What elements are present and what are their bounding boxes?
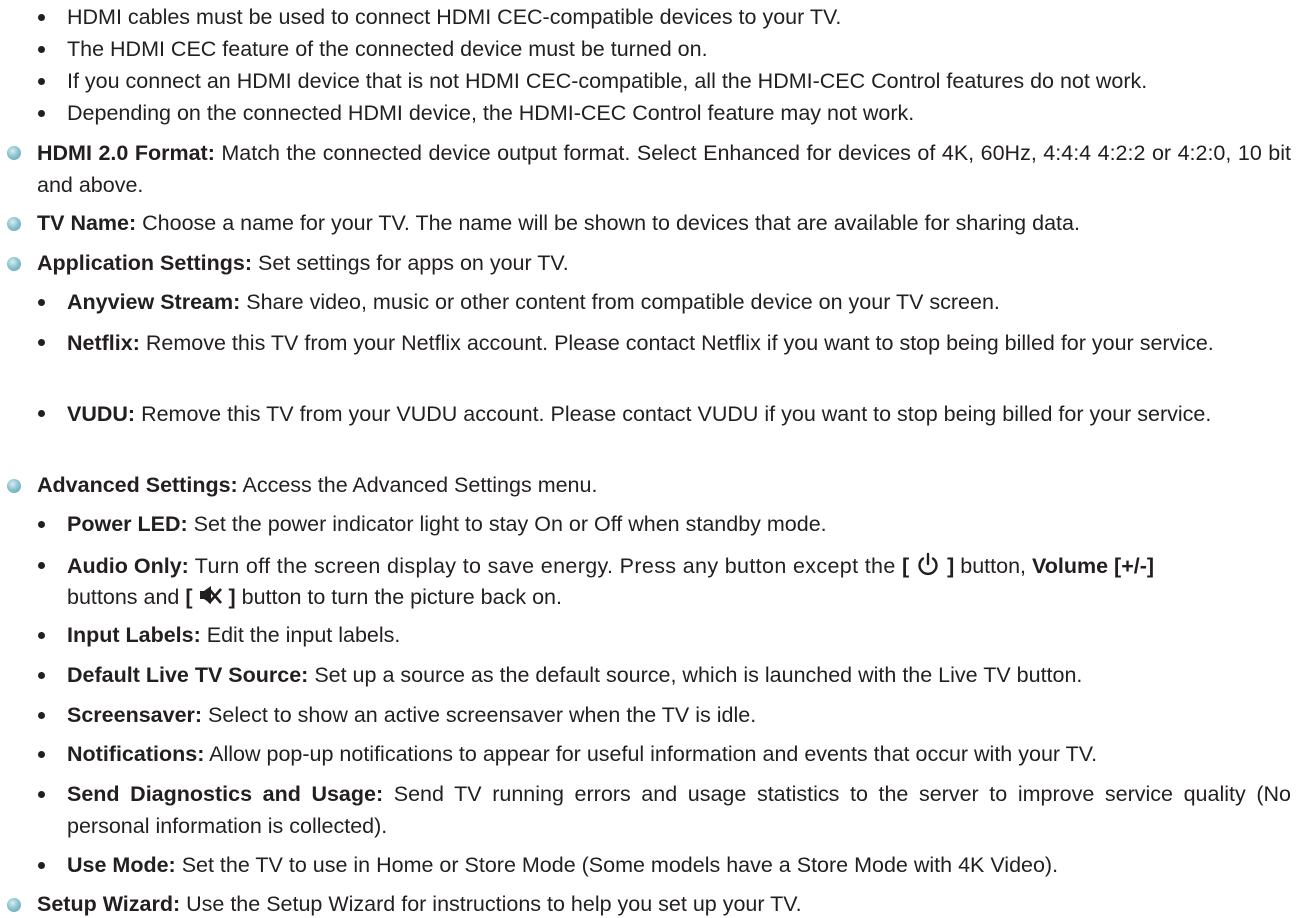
power-led-desc: Set the power indicator light to stay On… <box>187 512 827 536</box>
bullet-dot <box>38 712 45 719</box>
audio-only-desc-d: button to turn the picture back on. <box>235 585 562 609</box>
bracket-open: [ <box>901 554 910 579</box>
advanced-desc: Access the Advanced Settings menu. <box>237 473 598 497</box>
input-labels-term: Input Labels: <box>67 623 201 647</box>
bracket-open: [ <box>185 585 193 609</box>
power-led-term: Power LED: <box>67 512 188 536</box>
netflix-desc: Remove this TV from your Netflix account… <box>139 331 1214 355</box>
notifications-entry: Notifications: Allow pop-up notification… <box>67 740 1097 768</box>
cec-note-1: HDMI cables must be used to connect HDMI… <box>67 5 842 29</box>
diagnostics-entry: Send Diagnostics and Usage: Send TV runn… <box>67 778 1291 842</box>
app-settings-entry: Application Settings: Set settings for a… <box>37 249 569 277</box>
advanced-term: Advanced Settings: <box>37 473 238 497</box>
vudu-term: VUDU: <box>67 402 136 426</box>
bullet-dot <box>38 299 45 306</box>
hdmi-format-desc: Match the connected device output format… <box>37 141 1291 197</box>
default-source-term: Default Live TV Source: <box>67 663 309 687</box>
volume-label: Volume [+/-] <box>1032 554 1155 579</box>
use-mode-desc: Set the TV to use in Home or Store Mode … <box>175 853 1059 877</box>
bullet-dot <box>38 751 45 758</box>
bullet-dot <box>38 14 45 21</box>
tv-name-entry: TV Name: Choose a name for your TV. The … <box>37 209 1080 237</box>
mute-icon <box>199 584 223 613</box>
screensaver-term: Screensaver: <box>67 703 203 727</box>
cec-note-4: Depending on the connected HDMI device, … <box>67 101 915 125</box>
notifications-desc: Allow pop-up notifications to appear for… <box>204 742 1098 766</box>
input-labels-entry: Input Labels: Edit the input labels. <box>67 621 400 649</box>
default-source-entry: Default Live TV Source: Set up a source … <box>67 661 1082 689</box>
screensaver-desc: Select to show an active screensaver whe… <box>202 703 757 727</box>
bullet-dot <box>38 791 45 798</box>
section-bullet <box>7 257 21 271</box>
bullet-dot <box>38 632 45 639</box>
section-bullet <box>7 217 21 231</box>
bullet-dot <box>38 46 45 53</box>
section-bullet <box>7 479 21 493</box>
cec-note-3: If you connect an HDMI device that is no… <box>67 69 1148 93</box>
setup-wizard-entry: Setup Wizard: Use the Setup Wizard for i… <box>37 890 802 918</box>
vudu-desc: Remove this TV from your VUDU account. P… <box>135 402 1212 426</box>
hdmi-format-entry: HDMI 2.0 Format: Match the connected dev… <box>37 137 1291 201</box>
vudu-entry: VUDU: Remove this TV from your VUDU acco… <box>67 398 1291 430</box>
bullet-dot <box>38 562 45 569</box>
audio-only-term: Audio Only: <box>67 554 189 579</box>
bullet-dot <box>38 339 45 346</box>
section-bullet <box>7 898 21 912</box>
bullet-dot <box>38 521 45 528</box>
notifications-term: Notifications: <box>67 742 205 766</box>
bracket-close: ] <box>228 585 236 609</box>
setup-wizard-term: Setup Wizard: <box>37 892 181 916</box>
audio-only-line-1: Audio Only: Turn off the screen display … <box>67 551 1291 584</box>
bullet-dot <box>38 110 45 117</box>
bullet-dot <box>38 862 45 869</box>
power-icon <box>915 551 941 584</box>
advanced-entry: Advanced Settings: Access the Advanced S… <box>37 471 597 499</box>
netflix-term: Netflix: <box>67 331 140 355</box>
audio-only-desc-c: buttons and <box>67 585 186 609</box>
hdmi-format-term: HDMI 2.0 Format: <box>37 141 215 165</box>
bullet-dot <box>38 672 45 679</box>
app-settings-desc: Set settings for apps on your TV. <box>252 251 569 275</box>
audio-only-line-2: buttons and [ ] button to turn the pictu… <box>67 583 562 613</box>
bullet-dot <box>38 78 45 85</box>
netflix-entry: Netflix: Remove this TV from your Netfli… <box>67 327 1291 359</box>
diagnostics-term: Send Diagnostics and Usage: <box>67 782 384 806</box>
manual-page: HDMI cables must be used to connect HDMI… <box>0 0 1305 916</box>
setup-wizard-desc: Use the Setup Wizard for instructions to… <box>180 892 802 916</box>
screensaver-entry: Screensaver: Select to show an active sc… <box>67 701 756 729</box>
app-settings-term: Application Settings: <box>37 251 252 275</box>
section-bullet <box>7 146 21 160</box>
bullet-dot <box>38 410 45 417</box>
anyview-entry: Anyview Stream: Share video, music or ot… <box>67 288 1000 316</box>
audio-only-desc-b: button, <box>954 554 1032 579</box>
anyview-desc: Share video, music or other content from… <box>240 290 1000 314</box>
cec-note-2: The HDMI CEC feature of the connected de… <box>67 37 708 61</box>
use-mode-entry: Use Mode: Set the TV to use in Home or S… <box>67 851 1058 879</box>
tv-name-term: TV Name: <box>37 211 137 235</box>
tv-name-desc: Choose a name for your TV. The name will… <box>136 211 1080 235</box>
audio-only-desc-a: Turn off the screen display to save ener… <box>188 554 902 579</box>
use-mode-term: Use Mode: <box>67 853 176 877</box>
anyview-term: Anyview Stream: <box>67 290 241 314</box>
input-labels-desc: Edit the input labels. <box>200 623 401 647</box>
power-led-entry: Power LED: Set the power indicator light… <box>67 510 827 538</box>
default-source-desc: Set up a source as the default source, w… <box>308 663 1083 687</box>
